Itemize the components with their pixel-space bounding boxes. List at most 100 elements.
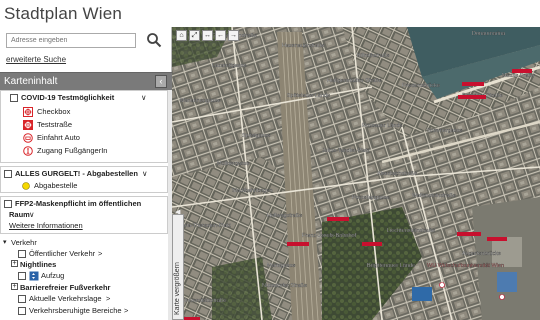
map-label: Brigittenauer Lände	[367, 263, 415, 269]
legend-label: Zugang FußgängerIn	[37, 146, 108, 155]
map-view[interactable]: Lazarettgasse Mariannengasse Spitalgasse…	[172, 27, 540, 320]
collapse-panel-button[interactable]: ‹	[155, 75, 167, 88]
legend-label: Einfahrt Auto	[37, 133, 80, 142]
covid-check-icon	[23, 107, 33, 117]
map-label: Julius-Tandler-Platz	[322, 148, 370, 154]
checkbox-aufzug[interactable]	[18, 272, 26, 280]
home-button[interactable]: ⌂	[176, 30, 187, 41]
expand-plus-icon[interactable]: +	[11, 260, 18, 267]
layer-tree: COVID-19 Testmöglichkeit ∨ Checkbox Test…	[0, 90, 172, 320]
expand-chevron[interactable]: >	[106, 294, 110, 303]
layer-label: Öffentlicher Verkehr	[29, 249, 96, 258]
enlarge-map-tab[interactable]: Karte vergrößern	[172, 214, 184, 320]
map-label: Spittelauer Lände	[287, 93, 330, 99]
fullscreen-button[interactable]: ⤢	[189, 30, 200, 41]
poi-marker	[458, 95, 486, 99]
panel-header: Karteninhalt ‹	[0, 72, 172, 90]
section-title: Verkehr	[11, 238, 37, 247]
map-label: Sommergasse	[427, 128, 462, 134]
map-label: Marktgasse	[267, 263, 295, 269]
checkbox-verkehrslage[interactable]	[18, 295, 26, 303]
checkbox-covid[interactable]	[10, 94, 18, 102]
map-label: Lazarettgasse	[212, 63, 247, 69]
layer-group-covid: COVID-19 Testmöglichkeit ∨ Checkbox Test…	[0, 90, 168, 163]
map-label: Messe Prater	[502, 73, 535, 79]
expand-chevron[interactable]: ∨	[29, 210, 35, 219]
forward-button[interactable]: →	[228, 30, 239, 41]
collapse-icon[interactable]: ▾	[3, 238, 7, 246]
map-label: Billrothstraße	[357, 53, 389, 59]
map-label: Porzellangasse	[352, 195, 390, 201]
expand-chevron[interactable]: >	[124, 306, 128, 315]
map-label: Maria-Theresien-Platz	[177, 223, 231, 229]
sidebar: erweiterte Suche Karteninhalt ‹ COVID-19…	[0, 27, 172, 320]
expand-chevron[interactable]: ∨	[141, 93, 147, 102]
poi-marker	[327, 217, 349, 221]
yellow-dot-icon	[22, 182, 30, 190]
legend-label: Teststraße	[37, 120, 73, 129]
map-label: Universitätsstraße	[182, 298, 226, 304]
map-label: WU Wirtschaftsuniversität Wien	[427, 263, 504, 269]
legend-label: Checkbox	[37, 107, 71, 116]
layer-label: Nightlines	[20, 260, 57, 269]
layer-label: Aufzug	[41, 271, 65, 280]
map-label: Heiligenstädter Straße	[327, 78, 382, 84]
aerial-map[interactable]: Lazarettgasse Mariannengasse Spitalgasse…	[172, 27, 540, 320]
elevator-icon	[29, 271, 39, 281]
checkbox-oev[interactable]	[18, 250, 26, 258]
poi-marker	[287, 242, 309, 246]
map-label: Wallensteinstraße	[412, 193, 456, 199]
poi-marker	[362, 242, 382, 246]
map-label: Rossauer Lände	[362, 123, 402, 129]
enlarge-map-label: Karte vergrößern	[174, 262, 181, 315]
checkbox-ffp2[interactable]	[4, 200, 12, 208]
map-label: Stadtbahnbogen	[232, 188, 272, 194]
search-row	[6, 33, 166, 49]
panel-title: Karteninhalt	[4, 76, 58, 87]
test-street-icon	[23, 120, 33, 130]
legend-label: Abgabestelle	[34, 181, 78, 190]
checkbox-verkehrsberuhigt[interactable]	[18, 307, 26, 315]
checkbox-gurgelt[interactable]	[4, 170, 12, 178]
map-label: Donaumarina	[472, 31, 506, 37]
map-label: Liechtensteinstraße	[387, 228, 435, 234]
pedestrian-entry-icon	[23, 146, 33, 156]
map-toolbar: ⌂ ⤢ ↔ ← →	[176, 30, 242, 42]
group-title: ALLES GURGELT! - Abgabestellen	[15, 169, 138, 178]
map-label: Hellwagstraße	[267, 213, 302, 219]
group-title-line1: FFP2-Maskenpflicht im öffentlichen	[15, 199, 142, 208]
extent-button[interactable]: ↔	[202, 30, 213, 41]
search-input[interactable]	[6, 33, 136, 48]
map-label: Müllnergasse	[217, 161, 250, 167]
car-entry-icon	[23, 133, 33, 143]
back-button[interactable]: ←	[215, 30, 226, 41]
map-label: Nussdorfer Straße	[262, 283, 307, 289]
group-title: COVID-19 Testmöglichkeit	[21, 93, 115, 102]
layer-label: Verkehrsberuhigte Bereiche	[29, 306, 122, 315]
map-label: Friedensbrücke	[402, 83, 440, 89]
more-info-link[interactable]: Weitere Informationen	[9, 221, 83, 230]
layer-group-ffp2: FFP2-Maskenpflicht im öffentlichen Raum …	[0, 196, 168, 234]
poi-marker	[457, 232, 481, 236]
poi-marker	[499, 294, 505, 300]
layer-group-gurgelt: ALLES GURGELT! - Abgabestellen ∨ Abgabes…	[0, 166, 168, 193]
poi-marker	[462, 82, 484, 86]
layer-label: Barrierefreier Fußverkehr	[20, 283, 111, 292]
expand-plus-icon[interactable]: +	[11, 283, 18, 290]
expand-chevron[interactable]: ∨	[142, 169, 148, 178]
map-label: Franz-Josefs-Bahnhof	[302, 233, 357, 239]
search-icon[interactable]	[146, 32, 162, 48]
map-label: Mariannengasse	[180, 98, 221, 104]
poi-marker	[439, 282, 445, 288]
app-title: Stadtplan Wien	[4, 4, 123, 23]
map-label: Alserbachstraße	[377, 171, 417, 177]
map-label: Hasenauerstraße	[282, 43, 325, 49]
poi-marker	[487, 237, 507, 241]
map-label: Spitalgasse	[242, 133, 270, 139]
poi-marker	[512, 69, 532, 73]
verkehr-section: ▾ Verkehr Öffentlicher Verkehr > + Night…	[0, 238, 168, 320]
header: Stadtplan Wien	[0, 0, 540, 27]
map-label: Augartenbrücke	[462, 251, 501, 257]
advanced-search-link[interactable]: erweiterte Suche	[6, 55, 66, 64]
expand-chevron[interactable]: >	[98, 249, 102, 258]
